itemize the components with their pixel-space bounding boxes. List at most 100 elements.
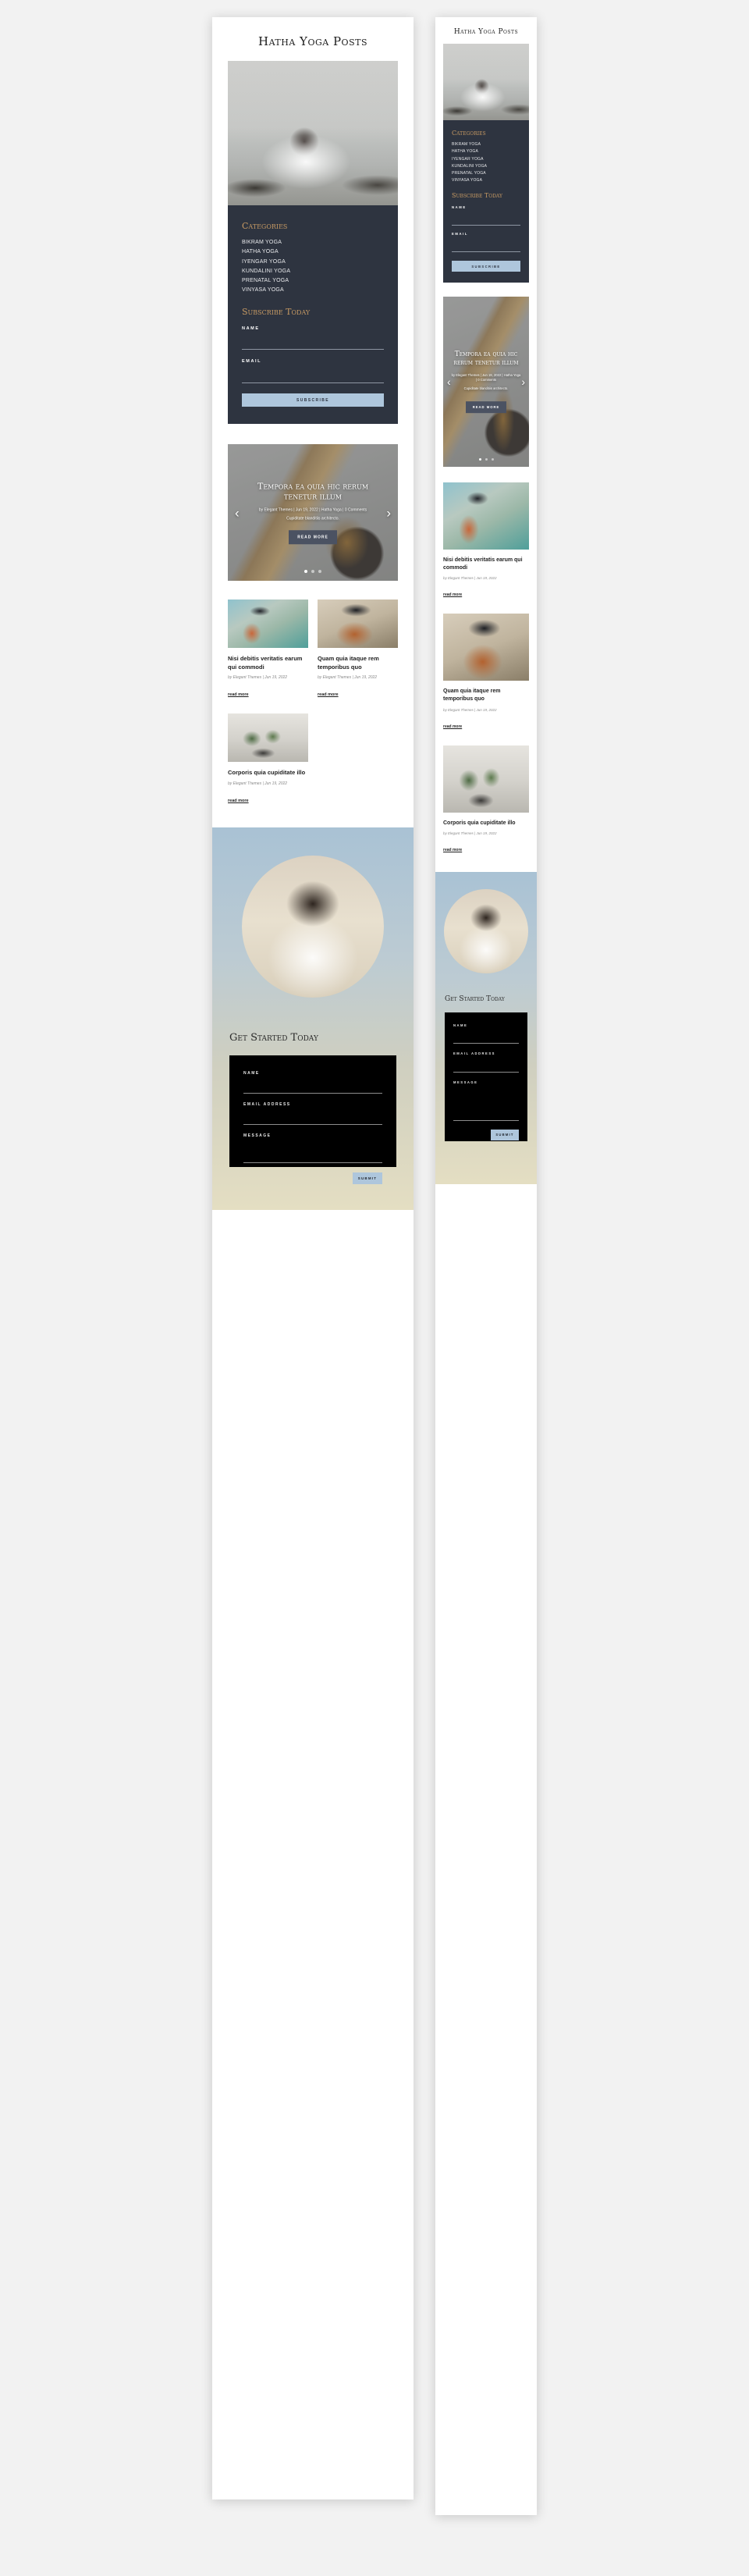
hero-image-yoga-meditation (228, 61, 398, 205)
categories-list: BIKRAM YOGA HATHA YOGA IYENGAR YOGA KUND… (242, 238, 384, 296)
slider-prev-arrow[interactable]: ‹ (235, 506, 240, 519)
post-meta: by Elegant Themes | Jun 19, 2022 (318, 675, 378, 680)
cta-heading: Get Started Today (229, 1031, 318, 1044)
post-meta: by Elegant Themes | Jun 19, 2022 (228, 781, 288, 786)
category-item[interactable]: HATHA YOGA (452, 148, 520, 155)
slider-dot[interactable] (478, 458, 481, 461)
slider-dots[interactable] (228, 570, 398, 573)
post-title[interactable]: Quam quia itaque rem temporibus quo (443, 688, 529, 703)
sidebar-panel: Categories BIKRAM YOGA HATHA YOGA IYENGA… (443, 120, 529, 283)
subscribe-name-input[interactable] (242, 339, 384, 350)
category-item[interactable]: PRENATAL YOGA (452, 170, 520, 177)
blog-post-card[interactable]: Nisi debitis veritatis earum qui commodi… (228, 600, 308, 699)
contact-name-label: NAME (453, 1023, 468, 1027)
subscribe-name-label: NAME (242, 326, 260, 331)
post-read-more-link[interactable]: read more (228, 799, 249, 803)
slider-title: Tempora ea quia hic rerum tenetur illum (257, 480, 369, 502)
post-read-more-link[interactable]: read more (443, 848, 462, 852)
post-meta: by Elegant Themes | Jun 19, 2022 (443, 576, 497, 581)
categories-list: BIKRAM YOGA HATHA YOGA IYENGAR YOGA KUND… (452, 141, 520, 185)
slider-read-more-button[interactable]: READ MORE (465, 400, 507, 413)
contact-message-label: MESSAGE (243, 1133, 272, 1138)
subscribe-name-input[interactable] (452, 216, 520, 226)
contact-submit-button[interactable]: SUBMIT (353, 1172, 382, 1184)
slider-dots[interactable] (443, 458, 529, 461)
blog-post-card[interactable]: Corporis quia cupiditate illo by Elegant… (228, 713, 308, 806)
contact-form-card: NAME EMAIL ADDRESS MESSAGE SUBMIT (229, 1055, 396, 1184)
subscribe-email-input[interactable] (452, 243, 520, 252)
post-read-more-link[interactable]: read more (443, 724, 462, 729)
cta-heading: Get Started Today (445, 994, 505, 1003)
cta-circular-image (444, 888, 528, 973)
slider-content: Tempora ea quia hic rerum tenetur illum … (228, 481, 398, 545)
contact-submit-button[interactable]: SUBMIT (491, 1129, 519, 1140)
contact-form-card: NAME EMAIL ADDRESS MESSAGE SUBMIT (445, 1012, 527, 1141)
slider-excerpt: Cupiditate blanditiis architecto. (463, 386, 509, 391)
sidebar-panel: Categories BIKRAM YOGA HATHA YOGA IYENGA… (228, 205, 398, 424)
post-title[interactable]: Corporis quia cupiditate illo (228, 769, 308, 777)
category-item[interactable]: VINYASA YOGA (452, 177, 520, 184)
contact-name-input[interactable] (243, 1083, 382, 1094)
featured-post-slider[interactable]: Tempora ea quia hic rerum tenetur illum … (228, 444, 398, 581)
post-thumbnail-image (443, 614, 529, 681)
page-title: Hatha Yoga Posts (257, 34, 367, 48)
slider-read-more-button[interactable]: READ MORE (289, 530, 337, 545)
contact-email-label: EMAIL ADDRESS (453, 1051, 495, 1056)
category-item[interactable]: IYENGAR YOGA (242, 258, 384, 267)
contact-message-textarea[interactable] (453, 1086, 519, 1121)
blog-grid-spacer (318, 713, 398, 806)
contact-email-input[interactable] (453, 1062, 519, 1073)
contact-name-input[interactable] (453, 1034, 519, 1044)
post-title[interactable]: Quam quia itaque rem temporibus quo (318, 655, 398, 671)
slider-prev-arrow[interactable]: ‹ (447, 376, 451, 387)
slider-next-arrow[interactable]: › (521, 376, 525, 387)
subscribe-button[interactable]: SUBSCRIBE (452, 261, 520, 272)
contact-email-input[interactable] (243, 1114, 382, 1125)
slider-dot[interactable] (318, 570, 321, 573)
slider-dot[interactable] (311, 570, 314, 573)
category-item[interactable]: IYENGAR YOGA (452, 156, 520, 163)
slider-dot[interactable] (304, 570, 307, 573)
blog-post-card[interactable]: Corporis quia cupiditate illo by Elegant… (435, 731, 537, 855)
slider-content: Tempora ea quia hic rerum tenetur illum … (443, 350, 529, 413)
cta-section: Get Started Today NAME EMAIL ADDRESS MES… (435, 871, 537, 1184)
blog-post-card[interactable]: Quam quia itaque rem temporibus quo by E… (435, 600, 537, 731)
responsive-preview-stage: Hatha Yoga Posts Categories BIKRAM YOGA … (0, 0, 749, 2576)
category-item[interactable]: BIKRAM YOGA (452, 141, 520, 148)
slider-dot[interactable] (491, 458, 494, 461)
post-thumbnail-image (228, 713, 308, 762)
featured-post-slider[interactable]: Tempora ea quia hic rerum tenetur illum … (443, 297, 529, 467)
post-title[interactable]: Nisi debitis veritatis earum qui commodi (228, 655, 308, 671)
cta-section: Get Started Today NAME EMAIL ADDRESS MES… (212, 827, 414, 1210)
category-item[interactable]: KUNDALINI YOGA (452, 163, 520, 170)
subscribe-name-label: NAME (452, 205, 467, 209)
blog-post-card[interactable]: Nisi debitis veritatis earum qui commodi… (435, 467, 537, 600)
category-item[interactable]: HATHA YOGA (242, 247, 384, 257)
post-title[interactable]: Corporis quia cupiditate illo (443, 820, 529, 827)
category-item[interactable]: PRENATAL YOGA (242, 276, 384, 286)
contact-message-textarea[interactable] (243, 1140, 382, 1163)
subscribe-heading: Subscribe Today (452, 191, 502, 199)
post-read-more-link[interactable]: read more (228, 692, 249, 697)
slider-dot[interactable] (485, 458, 488, 461)
slider-meta: by Elegant Themes | Jun 19, 2022 | Hatha… (258, 507, 367, 513)
post-read-more-link[interactable]: read more (443, 592, 462, 597)
subscribe-button[interactable]: SUBSCRIBE (242, 393, 384, 407)
slider-title: Tempora ea quia hic rerum tenetur illum (453, 350, 519, 368)
post-title[interactable]: Nisi debitis veritatis earum qui commodi (443, 557, 529, 572)
cta-circular-image (242, 855, 384, 998)
post-meta: by Elegant Themes | Jun 19, 2022 (443, 831, 497, 835)
category-item[interactable]: KUNDALINI YOGA (242, 267, 384, 276)
categories-heading: Categories (242, 221, 288, 231)
post-meta: by Elegant Themes | Jun 19, 2022 (228, 675, 288, 680)
tablet-preview: Hatha Yoga Posts Categories BIKRAM YOGA … (212, 17, 414, 2500)
post-thumbnail-image (318, 600, 398, 648)
slider-next-arrow[interactable]: › (386, 506, 391, 519)
category-item[interactable]: VINYASA YOGA (242, 286, 384, 295)
categories-heading: Categories (452, 130, 486, 137)
post-meta: by Elegant Themes | Jun 19, 2022 (443, 707, 497, 712)
blog-post-card[interactable]: Quam quia itaque rem temporibus quo by E… (318, 600, 398, 699)
subscribe-email-input[interactable] (242, 372, 384, 383)
post-read-more-link[interactable]: read more (318, 692, 339, 697)
category-item[interactable]: BIKRAM YOGA (242, 238, 384, 247)
